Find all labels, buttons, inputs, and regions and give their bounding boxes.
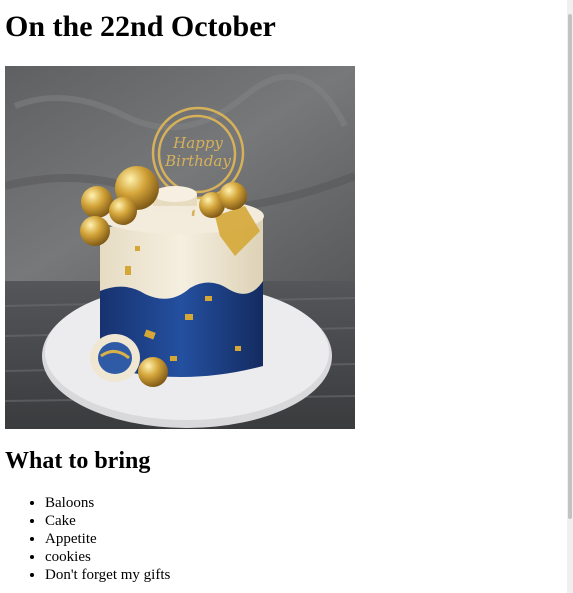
list-item: Don't forget my gifts: [45, 566, 170, 584]
list-item: Cake: [45, 512, 170, 530]
section-heading: What to bring: [5, 448, 151, 474]
bring-list: Baloons Cake Appetite cookies Don't forg…: [5, 494, 170, 584]
list-item: Appetite: [45, 530, 170, 548]
topper-text-line1: Happy: [172, 134, 223, 152]
page-content: On the 22nd October Happy Birthday What …: [5, 0, 565, 583]
page-title: On the 22nd October: [5, 10, 276, 43]
list-item: cookies: [45, 548, 170, 566]
scrollbar-thumb[interactable]: [568, 14, 572, 519]
cake-image: Happy Birthday: [5, 66, 355, 429]
list-item: Baloons: [45, 494, 170, 512]
topper-text-line2: Birthday: [164, 152, 231, 170]
vertical-scrollbar[interactable]: [567, 0, 573, 593]
